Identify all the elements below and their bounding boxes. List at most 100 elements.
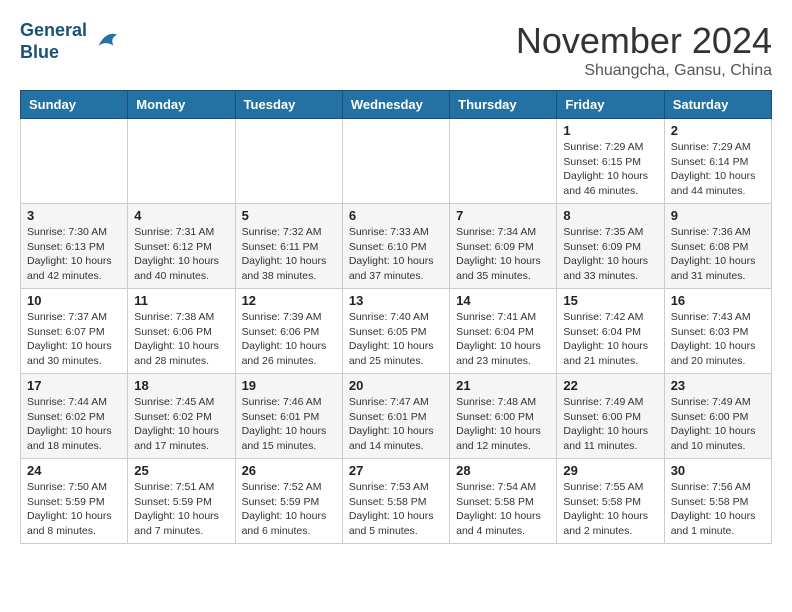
calendar-cell: 29Sunrise: 7:55 AM Sunset: 5:58 PM Dayli…	[557, 459, 664, 544]
day-number: 14	[456, 293, 550, 308]
logo-text: General Blue	[20, 20, 87, 63]
day-number: 2	[671, 123, 765, 138]
day-number: 20	[349, 378, 443, 393]
day-number: 19	[242, 378, 336, 393]
day-number: 4	[134, 208, 228, 223]
weekday-header-monday: Monday	[128, 91, 235, 119]
day-number: 22	[563, 378, 657, 393]
calendar-cell	[21, 119, 128, 204]
logo-line1: General	[20, 20, 87, 40]
day-info: Sunrise: 7:49 AM Sunset: 6:00 PM Dayligh…	[671, 395, 765, 454]
day-number: 28	[456, 463, 550, 478]
calendar-cell: 4 Sunrise: 7:31 AM Sunset: 6:12 PM Daylig…	[128, 204, 235, 289]
day-number: 12	[242, 293, 336, 308]
calendar-cell: 7 Sunrise: 7:34 AM Sunset: 6:09 PM Daylig…	[450, 204, 557, 289]
calendar-cell: 30 Sunrise: 7:56 AM Sunset: 5:58 PM Dayli…	[664, 459, 771, 544]
calendar-cell: 25Sunrise: 7:51 AM Sunset: 5:59 PM Dayli…	[128, 459, 235, 544]
day-info: Sunrise: 7:34 AM Sunset: 6:09 PM Dayligh…	[456, 225, 550, 284]
day-info: Sunrise: 7:29 AM Sunset: 6:14 PM Dayligh…	[671, 140, 765, 199]
day-number: 1	[563, 123, 657, 138]
day-info: Sunrise: 7:33 AM Sunset: 6:10 PM Dayligh…	[349, 225, 443, 284]
day-info: Sunrise: 7:53 AM Sunset: 5:58 PM Dayligh…	[349, 480, 443, 539]
weekday-header-row: SundayMondayTuesdayWednesdayThursdayFrid…	[21, 91, 772, 119]
day-info: Sunrise: 7:41 AM Sunset: 6:04 PM Dayligh…	[456, 310, 550, 369]
weekday-header-friday: Friday	[557, 91, 664, 119]
day-info: Sunrise: 7:30 AM Sunset: 6:13 PM Dayligh…	[27, 225, 121, 284]
day-info: Sunrise: 7:40 AM Sunset: 6:05 PM Dayligh…	[349, 310, 443, 369]
day-number: 21	[456, 378, 550, 393]
day-number: 7	[456, 208, 550, 223]
day-number: 15	[563, 293, 657, 308]
day-info: Sunrise: 7:42 AM Sunset: 6:04 PM Dayligh…	[563, 310, 657, 369]
calendar-cell: 20Sunrise: 7:47 AM Sunset: 6:01 PM Dayli…	[342, 374, 449, 459]
calendar-week-1: 1 Sunrise: 7:29 AM Sunset: 6:15 PM Daylig…	[21, 119, 772, 204]
calendar-cell: 24Sunrise: 7:50 AM Sunset: 5:59 PM Dayli…	[21, 459, 128, 544]
calendar-cell: 13 Sunrise: 7:40 AM Sunset: 6:05 PM Dayli…	[342, 289, 449, 374]
day-info: Sunrise: 7:54 AM Sunset: 5:58 PM Dayligh…	[456, 480, 550, 539]
day-info: Sunrise: 7:44 AM Sunset: 6:02 PM Dayligh…	[27, 395, 121, 454]
day-info: Sunrise: 7:56 AM Sunset: 5:58 PM Dayligh…	[671, 480, 765, 539]
calendar-cell: 5 Sunrise: 7:32 AM Sunset: 6:11 PM Daylig…	[235, 204, 342, 289]
day-number: 26	[242, 463, 336, 478]
calendar-cell: 14 Sunrise: 7:41 AM Sunset: 6:04 PM Dayli…	[450, 289, 557, 374]
calendar-cell: 9Sunrise: 7:36 AM Sunset: 6:08 PM Daylig…	[664, 204, 771, 289]
day-info: Sunrise: 7:29 AM Sunset: 6:15 PM Dayligh…	[563, 140, 657, 199]
calendar-cell: 22Sunrise: 7:49 AM Sunset: 6:00 PM Dayli…	[557, 374, 664, 459]
day-info: Sunrise: 7:43 AM Sunset: 6:03 PM Dayligh…	[671, 310, 765, 369]
day-number: 13	[349, 293, 443, 308]
month-title: November 2024	[516, 20, 772, 62]
calendar-cell: 10 Sunrise: 7:37 AM Sunset: 6:07 PM Dayli…	[21, 289, 128, 374]
day-number: 27	[349, 463, 443, 478]
calendar-header: SundayMondayTuesdayWednesdayThursdayFrid…	[21, 91, 772, 119]
day-number: 3	[27, 208, 121, 223]
calendar-cell: 6 Sunrise: 7:33 AM Sunset: 6:10 PM Daylig…	[342, 204, 449, 289]
weekday-header-wednesday: Wednesday	[342, 91, 449, 119]
calendar-cell: 3 Sunrise: 7:30 AM Sunset: 6:13 PM Daylig…	[21, 204, 128, 289]
calendar-cell: 19 Sunrise: 7:46 AM Sunset: 6:01 PM Dayli…	[235, 374, 342, 459]
day-info: Sunrise: 7:39 AM Sunset: 6:06 PM Dayligh…	[242, 310, 336, 369]
calendar-body: 1 Sunrise: 7:29 AM Sunset: 6:15 PM Daylig…	[21, 119, 772, 544]
calendar-cell: 1 Sunrise: 7:29 AM Sunset: 6:15 PM Daylig…	[557, 119, 664, 204]
calendar-cell: 16 Sunrise: 7:43 AM Sunset: 6:03 PM Dayli…	[664, 289, 771, 374]
calendar-cell: 15 Sunrise: 7:42 AM Sunset: 6:04 PM Dayli…	[557, 289, 664, 374]
day-info: Sunrise: 7:31 AM Sunset: 6:12 PM Dayligh…	[134, 225, 228, 284]
day-number: 23	[671, 378, 765, 393]
day-info: Sunrise: 7:35 AM Sunset: 6:09 PM Dayligh…	[563, 225, 657, 284]
calendar-cell	[128, 119, 235, 204]
day-info: Sunrise: 7:45 AM Sunset: 6:02 PM Dayligh…	[134, 395, 228, 454]
day-info: Sunrise: 7:38 AM Sunset: 6:06 PM Dayligh…	[134, 310, 228, 369]
day-number: 18	[134, 378, 228, 393]
day-number: 24	[27, 463, 121, 478]
page-header: General Blue November 2024 Shuangcha, Ga…	[20, 20, 772, 80]
calendar-week-2: 3 Sunrise: 7:30 AM Sunset: 6:13 PM Daylig…	[21, 204, 772, 289]
day-info: Sunrise: 7:46 AM Sunset: 6:01 PM Dayligh…	[242, 395, 336, 454]
day-number: 6	[349, 208, 443, 223]
title-section: November 2024 Shuangcha, Gansu, China	[516, 20, 772, 80]
day-info: Sunrise: 7:37 AM Sunset: 6:07 PM Dayligh…	[27, 310, 121, 369]
day-info: Sunrise: 7:36 AM Sunset: 6:08 PM Dayligh…	[671, 225, 765, 284]
calendar-week-4: 17Sunrise: 7:44 AM Sunset: 6:02 PM Dayli…	[21, 374, 772, 459]
location: Shuangcha, Gansu, China	[516, 62, 772, 80]
calendar-cell: 27 Sunrise: 7:53 AM Sunset: 5:58 PM Dayli…	[342, 459, 449, 544]
day-number: 8	[563, 208, 657, 223]
calendar-cell: 28 Sunrise: 7:54 AM Sunset: 5:58 PM Dayli…	[450, 459, 557, 544]
day-info: Sunrise: 7:32 AM Sunset: 6:11 PM Dayligh…	[242, 225, 336, 284]
day-number: 11	[134, 293, 228, 308]
day-number: 29	[563, 463, 657, 478]
calendar-cell: 26Sunrise: 7:52 AM Sunset: 5:59 PM Dayli…	[235, 459, 342, 544]
day-number: 10	[27, 293, 121, 308]
calendar-table: SundayMondayTuesdayWednesdayThursdayFrid…	[20, 90, 772, 544]
calendar-cell: 8 Sunrise: 7:35 AM Sunset: 6:09 PM Daylig…	[557, 204, 664, 289]
calendar-cell	[450, 119, 557, 204]
day-number: 30	[671, 463, 765, 478]
logo-line2: Blue	[20, 42, 59, 62]
calendar-cell	[235, 119, 342, 204]
day-number: 16	[671, 293, 765, 308]
logo: General Blue	[20, 20, 121, 63]
day-number: 5	[242, 208, 336, 223]
calendar-cell: 12 Sunrise: 7:39 AM Sunset: 6:06 PM Dayli…	[235, 289, 342, 374]
calendar-cell: 21 Sunrise: 7:48 AM Sunset: 6:00 PM Dayli…	[450, 374, 557, 459]
weekday-header-thursday: Thursday	[450, 91, 557, 119]
calendar-cell: 18 Sunrise: 7:45 AM Sunset: 6:02 PM Dayli…	[128, 374, 235, 459]
day-info: Sunrise: 7:48 AM Sunset: 6:00 PM Dayligh…	[456, 395, 550, 454]
